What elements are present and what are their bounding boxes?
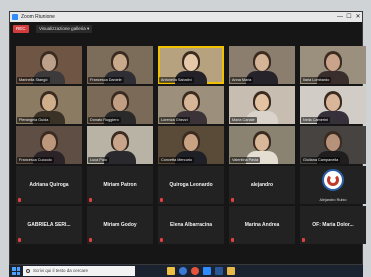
participant-name: Donato Ruggiero [88, 117, 121, 123]
mic-muted-icon [302, 238, 305, 242]
zoom-window: Zoom Riunione — ☐ ✕ REC Visualizzazione … [9, 11, 366, 265]
participant-tile[interactable]: Luca Palo [87, 126, 153, 164]
close-button[interactable]: ✕ [354, 12, 362, 22]
participant-tile[interactable]: Marinella Stangò [16, 46, 82, 84]
participant-tile[interactable]: OF: Maria Dolor... [300, 206, 366, 244]
mic-muted-icon [160, 198, 163, 202]
meeting-toolbar: REC Visualizzazione galleria ▾ [10, 22, 362, 36]
chrome-icon[interactable] [191, 267, 199, 275]
participant-name: Concetta Mercurio [159, 157, 195, 163]
participant-tile[interactable]: Miriam Godoy [87, 206, 153, 244]
participant-name: Antonella Sabatini [159, 77, 194, 83]
mic-muted-icon [89, 198, 92, 202]
participant-tile[interactable]: Nella Camerini [300, 86, 366, 124]
participant-name: Giuliana Campanella [301, 157, 341, 163]
participant-name: Marinella Stangò [17, 77, 50, 83]
participant-name: Valentina Pavia [230, 157, 261, 163]
participant-name: Quiroga Leonardo [169, 182, 213, 188]
mic-muted-icon [231, 198, 234, 202]
taskbar-search-box[interactable]: Scrivi qui il testo da cercare [23, 266, 135, 276]
participant-name: Alejandro Rubio [319, 198, 347, 202]
participant-tile[interactable]: Elena Albarracina [158, 206, 224, 244]
logo-mark-icon [327, 174, 339, 186]
file-explorer-icon[interactable] [167, 267, 175, 275]
participant-tile[interactable]: Lorenza Ghezzi [158, 86, 224, 124]
windows-taskbar: Scrivi qui il testo da cercare [9, 265, 363, 277]
window-title: Zoom Riunione [21, 14, 55, 20]
maximize-button[interactable]: ☐ [345, 12, 353, 22]
participant-tile[interactable]: Marina Andrea [229, 206, 295, 244]
participant-name: Elena Albarracina [169, 222, 213, 228]
folder-icon[interactable] [227, 267, 235, 275]
participant-name: Francesca Cuocolo [17, 157, 54, 163]
participant-name: Anna Maria [230, 77, 254, 83]
participant-name: OF: Maria Dolor... [312, 222, 354, 228]
title-bar: Zoom Riunione — ☐ ✕ [10, 12, 362, 22]
participant-name: Adriana Quiroga [29, 182, 69, 188]
zoom-app-icon [12, 14, 18, 20]
search-icon [26, 269, 30, 273]
edge-icon[interactable] [179, 267, 187, 275]
zoom-icon[interactable] [203, 267, 211, 275]
participant-name: Pierangela Guida [17, 117, 51, 123]
participant-tile[interactable]: Adriana Quiroga [16, 166, 82, 204]
mic-muted-icon [18, 238, 21, 242]
participant-tile[interactable]: Francesca Cuocolo [16, 126, 82, 164]
participant-tile[interactable]: Francesca Daniele [87, 46, 153, 84]
participant-name: Nella Camerini [301, 117, 330, 123]
participant-tile[interactable]: Alejandro Rubio [300, 166, 366, 204]
start-button[interactable] [12, 267, 20, 275]
mic-muted-icon [18, 198, 21, 202]
participant-tile[interactable]: Giuliana Campanella [300, 126, 366, 164]
participant-name: Maria Canale [230, 117, 257, 123]
participant-tile[interactable]: Quiroga Leonardo [158, 166, 224, 204]
recording-badge[interactable]: REC [13, 25, 29, 33]
participant-tile[interactable]: GABRIELA SERI... [16, 206, 82, 244]
participant-tile[interactable]: Anna Maria [229, 46, 295, 84]
participant-name: alejandro [250, 182, 274, 188]
participant-tile[interactable]: Donato Ruggiero [87, 86, 153, 124]
mic-muted-icon [160, 238, 163, 242]
participant-name: Ilaria Lombardo [301, 77, 332, 83]
participant-name: Francesca Daniele [88, 77, 124, 83]
mic-muted-icon [231, 238, 234, 242]
participant-tile[interactable]: Miriam Patron [87, 166, 153, 204]
participant-tile[interactable]: Antonella Sabatini [158, 46, 224, 84]
participant-name: Lorenza Ghezzi [159, 117, 190, 123]
participant-name: Miriam Godoy [103, 222, 137, 228]
participant-name: Marina Andrea [244, 222, 280, 228]
participant-tile[interactable]: Ilaria Lombardo [300, 46, 366, 84]
minimize-button[interactable]: — [336, 12, 344, 22]
participant-tile[interactable]: Pierangela Guida [16, 86, 82, 124]
participant-name: Luca Palo [88, 157, 109, 163]
participant-name: Miriam Patron [103, 182, 137, 188]
participant-tile[interactable]: Concetta Mercurio [158, 126, 224, 164]
participant-tile[interactable]: alejandro [229, 166, 295, 204]
word-icon[interactable] [215, 267, 223, 275]
participant-tile[interactable]: Maria Canale [229, 86, 295, 124]
view-switch-button[interactable]: Visualizzazione galleria ▾ [36, 25, 93, 33]
participant-name: GABRIELA SERI... [27, 222, 71, 228]
gallery-grid: Marinella Stangò Francesca Daniele Antonel… [10, 40, 366, 244]
participant-tile[interactable]: Valentina Pavia [229, 126, 295, 164]
taskbar-search-placeholder: Scrivi qui il testo da cercare [33, 268, 89, 273]
mic-muted-icon [89, 238, 92, 242]
